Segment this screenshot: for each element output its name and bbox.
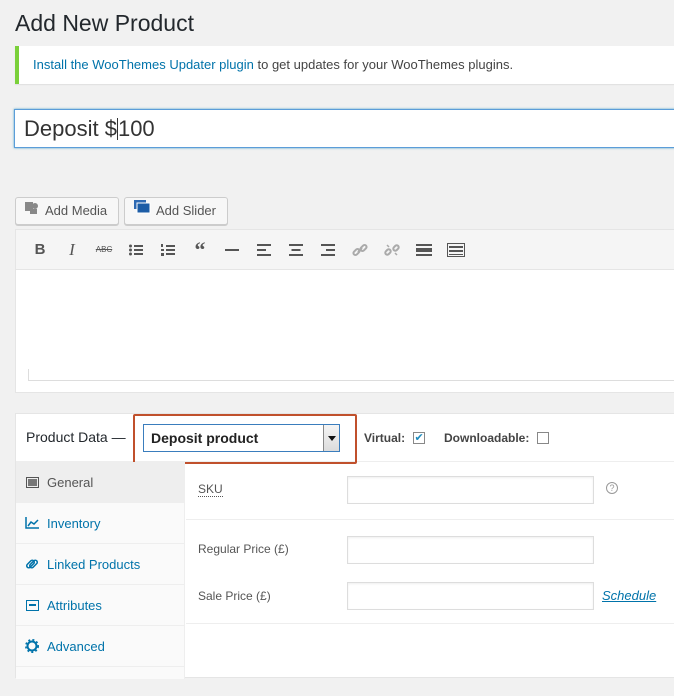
add-media-icon: [24, 198, 40, 224]
attributes-icon: [25, 598, 39, 612]
virtual-checkbox[interactable]: ✔: [413, 431, 426, 444]
inventory-icon: [25, 516, 39, 530]
virtual-option: Virtual: ✔: [364, 431, 426, 445]
regular-price-input[interactable]: [347, 536, 594, 564]
schedule-link[interactable]: Schedule: [602, 588, 656, 603]
product-type-select[interactable]: Deposit product: [143, 424, 340, 452]
product-data-title: Product Data —: [26, 429, 126, 445]
general-panel: SKU ? Regular Price (£) Sale Price (£) S…: [186, 462, 674, 624]
sale-price-label: Sale Price (£): [198, 589, 271, 603]
add-media-button[interactable]: Add Media: [15, 197, 119, 225]
linked-products-icon: [25, 557, 39, 571]
editor-toolbar: B I ABC “: [16, 230, 674, 270]
help-icon[interactable]: ?: [606, 482, 618, 494]
advanced-icon: [25, 639, 39, 653]
read-more-icon[interactable]: [408, 236, 440, 264]
install-updater-link[interactable]: Install the WooThemes Updater plugin: [33, 57, 254, 72]
tab-general[interactable]: General: [16, 462, 184, 503]
sku-row: SKU ?: [186, 462, 674, 520]
downloadable-checkbox[interactable]: [537, 432, 550, 444]
chevron-down-icon: [323, 425, 339, 451]
sku-label: SKU: [198, 482, 223, 497]
price-section: Regular Price (£) Sale Price (£) Schedul…: [186, 520, 674, 624]
bullet-list-icon[interactable]: [120, 236, 152, 264]
link-icon[interactable]: [344, 236, 376, 264]
product-data-tabs: General Inventory Linked Products Attrib…: [16, 462, 185, 679]
tab-linked-products-label: Linked Products: [47, 556, 141, 572]
align-center-icon[interactable]: [280, 236, 312, 264]
product-title-input[interactable]: Deposit $100: [14, 109, 674, 148]
downloadable-option: Downloadable:: [444, 431, 550, 445]
strikethrough-icon[interactable]: ABC: [88, 236, 120, 264]
updater-notice: Install the WooThemes Updater plugin to …: [15, 46, 674, 84]
tab-attributes[interactable]: Attributes: [16, 585, 184, 626]
checkmark-icon: ✔: [414, 431, 424, 444]
sale-price-input[interactable]: [347, 582, 594, 610]
tab-inventory-label: Inventory: [47, 515, 101, 531]
virtual-label: Virtual:: [364, 431, 406, 445]
horizontal-rule-icon[interactable]: [216, 236, 248, 264]
product-type-value: Deposit product: [151, 430, 259, 446]
regular-price-label: Regular Price (£): [198, 542, 289, 556]
content-editor: B I ABC “: [15, 229, 674, 393]
tab-linked-products[interactable]: Linked Products: [16, 544, 184, 585]
editor-resize-handle[interactable]: [28, 369, 674, 381]
page-title: Add New Product: [15, 10, 194, 36]
numbered-list-icon[interactable]: [152, 236, 184, 264]
product-data-box: Product Data — Deposit product Virtual: …: [15, 413, 674, 679]
tab-advanced[interactable]: Advanced: [16, 626, 184, 667]
editor-content-area[interactable]: [16, 270, 674, 393]
add-slider-button[interactable]: Add Slider: [124, 197, 228, 225]
downloadable-label: Downloadable:: [444, 431, 530, 445]
title-text-before: Deposit $: [24, 116, 117, 141]
unlink-icon[interactable]: [376, 236, 408, 264]
tab-inventory[interactable]: Inventory: [16, 503, 184, 544]
add-slider-label: Add Slider: [156, 203, 216, 218]
notice-text: to get updates for your WooThemes plugin…: [253, 57, 514, 72]
add-media-label: Add Media: [45, 203, 108, 218]
title-text-after: 100: [117, 116, 155, 141]
product-data-header: Product Data — Deposit product Virtual: …: [16, 414, 674, 464]
sku-input[interactable]: [347, 476, 594, 504]
bold-icon[interactable]: B: [24, 236, 56, 264]
add-slider-icon: [133, 198, 151, 224]
blockquote-icon[interactable]: “: [184, 236, 216, 264]
align-right-icon[interactable]: [312, 236, 344, 264]
tab-advanced-label: Advanced: [47, 638, 105, 654]
tab-attributes-label: Attributes: [47, 597, 102, 613]
general-icon: [25, 475, 39, 489]
toolbar-toggle-icon[interactable]: [440, 236, 472, 264]
tab-general-label: General: [47, 474, 94, 490]
italic-icon[interactable]: I: [56, 236, 88, 264]
align-left-icon[interactable]: [248, 236, 280, 264]
